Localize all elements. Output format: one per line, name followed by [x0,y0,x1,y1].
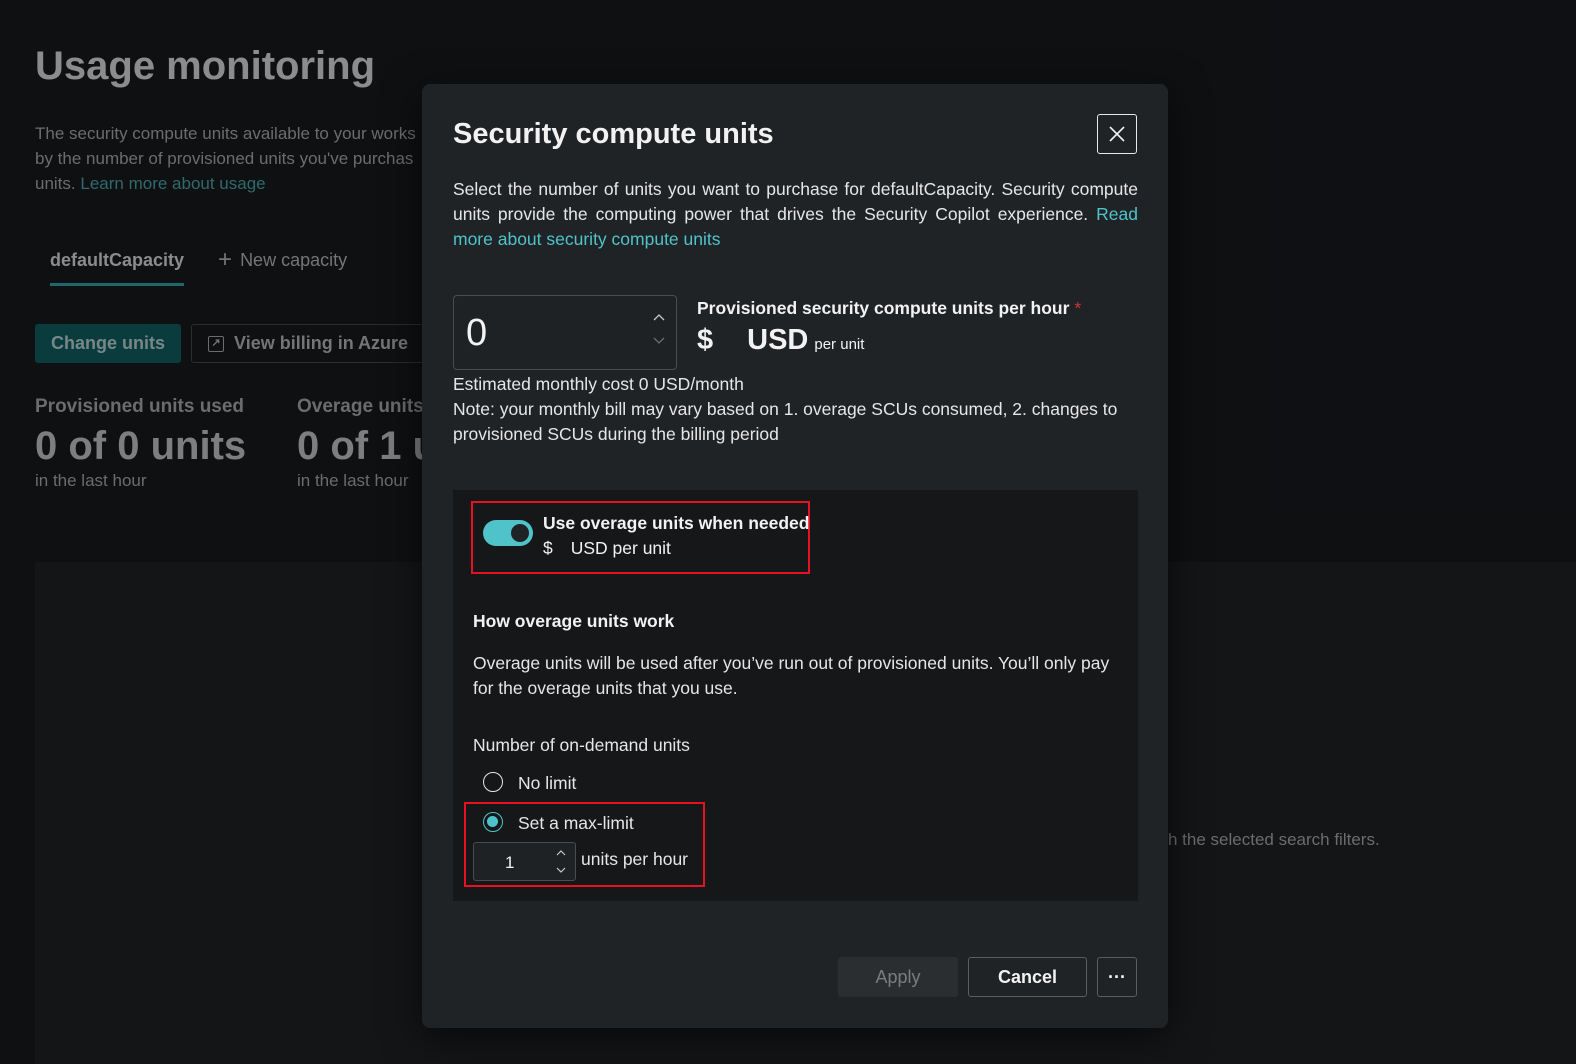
chevron-up-icon[interactable] [652,312,666,322]
dialog-description: Select the number of units you want to p… [453,179,1138,249]
toggle-knob [511,524,529,542]
close-icon [1109,126,1125,142]
radio-no-limit-label[interactable]: No limit [518,773,576,794]
overage-price: $ USD per unit [543,538,671,558]
how-overage-description: Overage units will be used after you’ve … [473,653,1110,698]
cancel-button[interactable]: Cancel [968,957,1087,997]
overage-panel: Use overage units when needed $ USD per … [453,490,1138,901]
radio-max-limit-label[interactable]: Set a max-limit [518,813,634,834]
security-compute-units-dialog: Security compute units Select the number… [422,84,1168,1028]
chevron-down-icon[interactable] [555,866,567,874]
close-button[interactable] [1097,114,1137,154]
chevron-down-icon[interactable] [652,336,666,346]
price-per-unit: $ USD per unit [697,324,865,356]
provisioned-label: Provisioned security compute units per h… [697,298,1082,318]
billing-note: Note: your monthly bill may vary based o… [453,399,1118,444]
units-input[interactable]: 0 [453,295,677,370]
on-demand-label: Number of on-demand units [473,735,690,755]
overage-toggle[interactable] [483,520,533,546]
max-limit-input[interactable]: 1 [473,842,576,881]
overage-toggle-label: Use overage units when needed [543,513,810,533]
radio-no-limit[interactable] [483,772,503,792]
more-options-button[interactable]: ··· [1097,957,1137,997]
required-mark: * [1074,298,1082,318]
how-overage-title: How overage units work [473,611,675,631]
apply-button[interactable]: Apply [838,957,958,997]
chevron-up-icon[interactable] [555,849,567,857]
estimated-cost: Estimated monthly cost 0 USD/month Note:… [453,372,1138,447]
dialog-title: Security compute units [453,118,774,150]
radio-max-limit[interactable] [483,812,503,832]
units-per-hour-label: units per hour [581,849,689,869]
